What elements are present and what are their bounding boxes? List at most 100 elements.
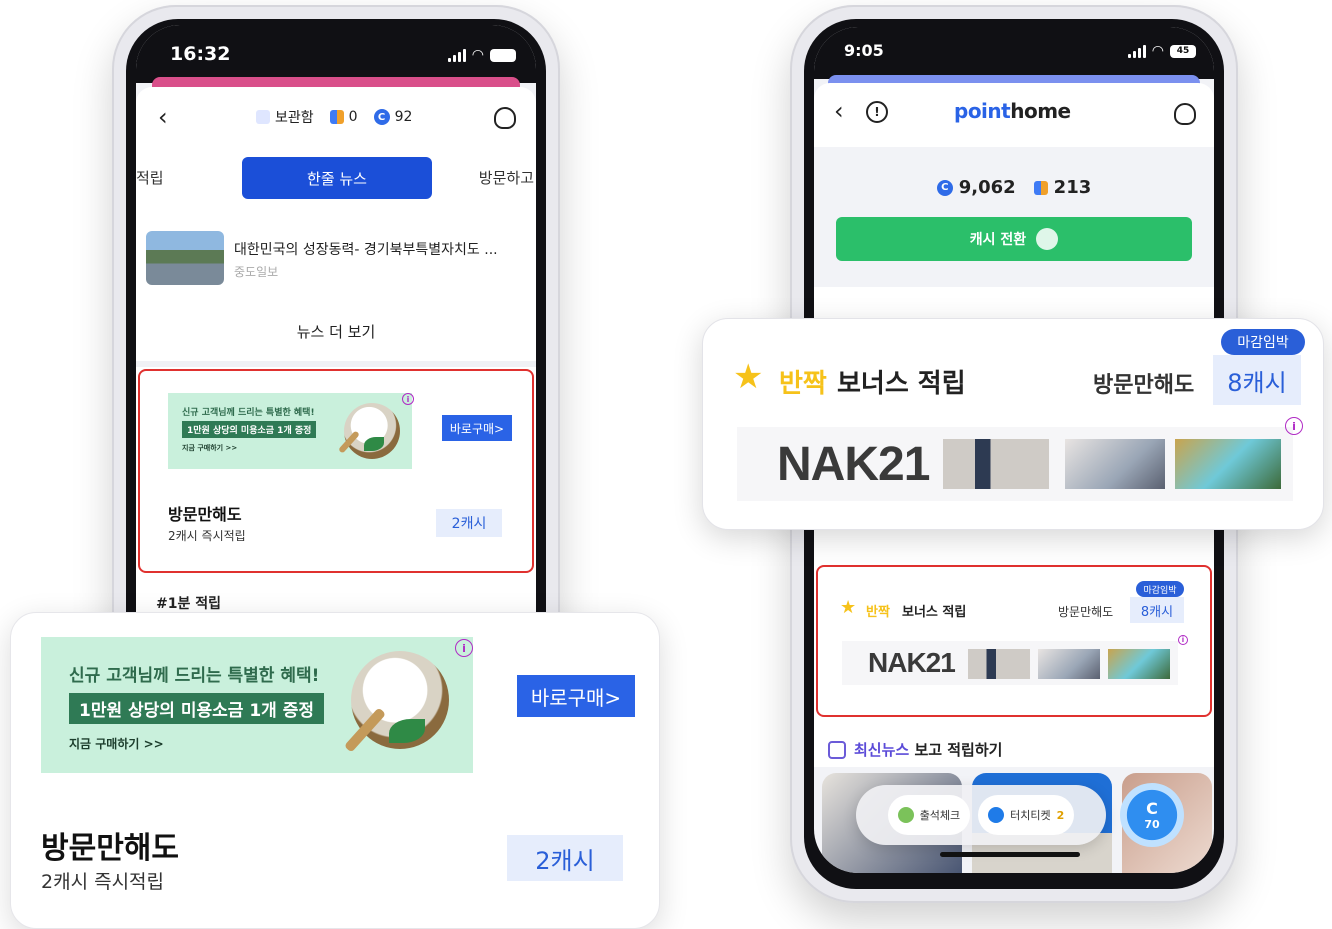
cash-stat: C 9,062 [936,177,1016,198]
reward-8cash-button[interactable]: 8캐시 [1130,597,1184,623]
status-time: 16:32 [170,43,231,65]
reward-2cash-button[interactable]: 2캐시 [436,509,502,537]
ad-line-3: 지금 구매하기 >> [182,444,238,452]
checkin-button[interactable]: 출석체크 [887,795,971,835]
more-news-button[interactable]: 뉴스 더 보기 [136,321,536,342]
zoom-visit-label: 방문만해도 [1093,373,1195,398]
bonus-title: 보너스 적립 [902,605,967,620]
latest-news-heading: 최신뉴스 보고 적립하기 [828,739,1002,760]
bonus-bang-label: 반짝 [866,605,890,620]
storage-box[interactable]: 보관함 [256,107,314,127]
cash-count: 92 [394,109,413,125]
zoom-ad-info-icon[interactable]: i [455,639,473,657]
home-indicator [940,852,1080,857]
cash-c-icon: C [936,179,953,196]
coin-amount: 213 [1053,177,1092,198]
ad-info-icon[interactable]: i [402,393,414,405]
buy-now-button[interactable]: 바로구매> [442,415,512,441]
news-box-icon [828,740,846,759]
ticket-icon [988,807,1005,823]
coin-icon [1036,228,1059,250]
storage-label: 보관함 [275,110,314,126]
status-bar: 9:05 ◠ 45 [814,27,1214,79]
highlighted-bonus-card[interactable]: ★ 반짝 보너스 적립 방문만해도 8캐시 마감임박 NAK21 i [816,565,1212,717]
top-header: ‹ 보관함 0 C 92 [136,87,536,147]
zoom-ad-line-2: 1만원 상당의 미용소금 1개 증정 [69,693,325,724]
zoom-reward-8cash-button[interactable]: 8캐시 [1213,355,1301,405]
zoom-reward-2cash-button[interactable]: 2캐시 [507,835,623,881]
zoom-brand-banner[interactable]: NAK21 [737,427,1293,501]
star-icon: ★ [840,597,857,618]
visit-label: 방문만해도 [1058,605,1114,619]
zoom-bonus-bang-label: 반짝 [779,369,827,399]
zoom-brand-name: NAK21 [777,438,930,491]
headset-icon[interactable] [1174,103,1196,125]
zoom-ad-line-1: 신규 고객님께 드리는 특별한 혜택! [69,666,320,686]
signal-icon [447,48,466,62]
news-title: 대한민국의 성장동력- 경기북부특별자치도 ... [234,242,498,258]
tab-visit[interactable]: 방문하고 [479,167,534,188]
product-photo-3 [1108,649,1170,679]
news-item[interactable]: 대한민국의 성장동력- 경기북부특별자치도 ... 중도일보 [146,231,526,291]
logo-point: point [954,99,1011,123]
status-bar: 16:32 ◠ [136,25,536,83]
signal-icon [1127,44,1146,58]
zoom-ad-banner[interactable]: 신규 고객님께 드리는 특별한 혜택! 1만원 상당의 미용소금 1개 증정 지… [41,637,473,773]
storage-icon [256,110,270,124]
status-time: 9:05 [844,41,884,60]
chevron-left-icon[interactable]: ‹ [158,103,168,131]
ad-info-icon[interactable]: i [1178,635,1188,645]
zoom-visit-title: 방문만해도 [41,831,179,866]
battery-icon: 45 [1170,44,1196,58]
zoomed-ad-card[interactable]: 신규 고객님께 드리는 특별한 혜택! 1만원 상당의 미용소금 1개 증정 지… [10,612,660,929]
cash-stat: C 92 [373,109,413,125]
latest-news-highlight: 최신뉴스 [854,741,910,759]
news-source: 중도일보 [234,265,279,279]
section-label: #1분 적립 [156,596,221,612]
highlighted-ad-card[interactable]: 신규 고객님께 드리는 특별한 혜택! 1만원 상당의 미용소금 1개 증정 지… [138,369,534,573]
cash-convert-button[interactable]: 캐시 전환 [836,217,1192,261]
ticket-label: 터치티켓 [1010,809,1051,822]
logo-home: home [1010,99,1071,123]
section-divider [136,361,536,367]
zoom-buy-now-button[interactable]: 바로구매> [517,675,635,717]
zoom-star-icon: ★ [733,357,764,397]
touch-ticket-button[interactable]: 터치티켓 2 [978,795,1075,835]
product-photo-2 [1038,649,1100,679]
visit-subtitle: 2캐시 즉시적립 [168,529,246,543]
wifi-icon: ◠ [471,47,484,63]
headset-icon[interactable] [494,107,516,129]
cash-c-icon: C [373,109,390,125]
status-icons: ◠ 45 [1127,43,1196,59]
zoom-deadline-badge: 마감임박 [1221,329,1305,355]
ad-banner[interactable]: 신규 고객님께 드리는 특별한 혜택! 1만원 상당의 미용소금 1개 증정 지… [168,393,412,469]
left-phone-screen: 16:32 ◠ ‹ 보관함 0 C 92 적립 한줄 뉴스 방문하고 대한민국의… [136,25,536,703]
brand-name: NAK21 [868,647,956,678]
zoom-ad-info-icon[interactable]: i [1285,417,1303,435]
zoom-product-photo-3 [1175,439,1281,489]
tab-one-line-news[interactable]: 한줄 뉴스 [242,157,432,199]
zoom-product-photo-2 [1065,439,1165,489]
product-photo-1 [968,649,1030,679]
convert-label: 캐시 전환 [969,232,1027,248]
points-summary: C 9,062 213 [814,177,1214,198]
coin-stat: 0 [329,109,358,125]
cash-float-button[interactable]: C 70 [1120,783,1184,847]
pointhome-logo: pointhome [954,99,1071,123]
visit-title: 방문만해도 [168,505,242,524]
tab-bar: 적립 한줄 뉴스 방문하고 [136,153,536,199]
ad-line-2: 1만원 상당의 미용소금 1개 증정 [182,421,317,438]
zoom-visit-subtitle: 2캐시 즉시적립 [41,871,165,893]
ticket-count: 2 [1056,808,1065,822]
brand-banner[interactable]: NAK21 [842,641,1178,685]
zoom-bonus-title: 보너스 적립 [837,369,966,399]
zoom-ad-line-3: 지금 구매하기 >> [69,737,164,751]
tab-earn[interactable]: 적립 [136,167,164,188]
coin-stack-icon [1033,180,1048,195]
zoomed-bonus-card[interactable]: ★ 반짝 보너스 적립 방문만해도 8캐시 마감임박 NAK21 i [702,318,1324,530]
cash-float-value: 70 [1144,818,1160,831]
top-header: ‹ ! pointhome [814,83,1214,147]
chevron-left-icon[interactable]: ‹ [834,97,844,125]
wifi-icon: ◠ [1151,43,1164,59]
info-icon[interactable]: ! [866,101,888,123]
